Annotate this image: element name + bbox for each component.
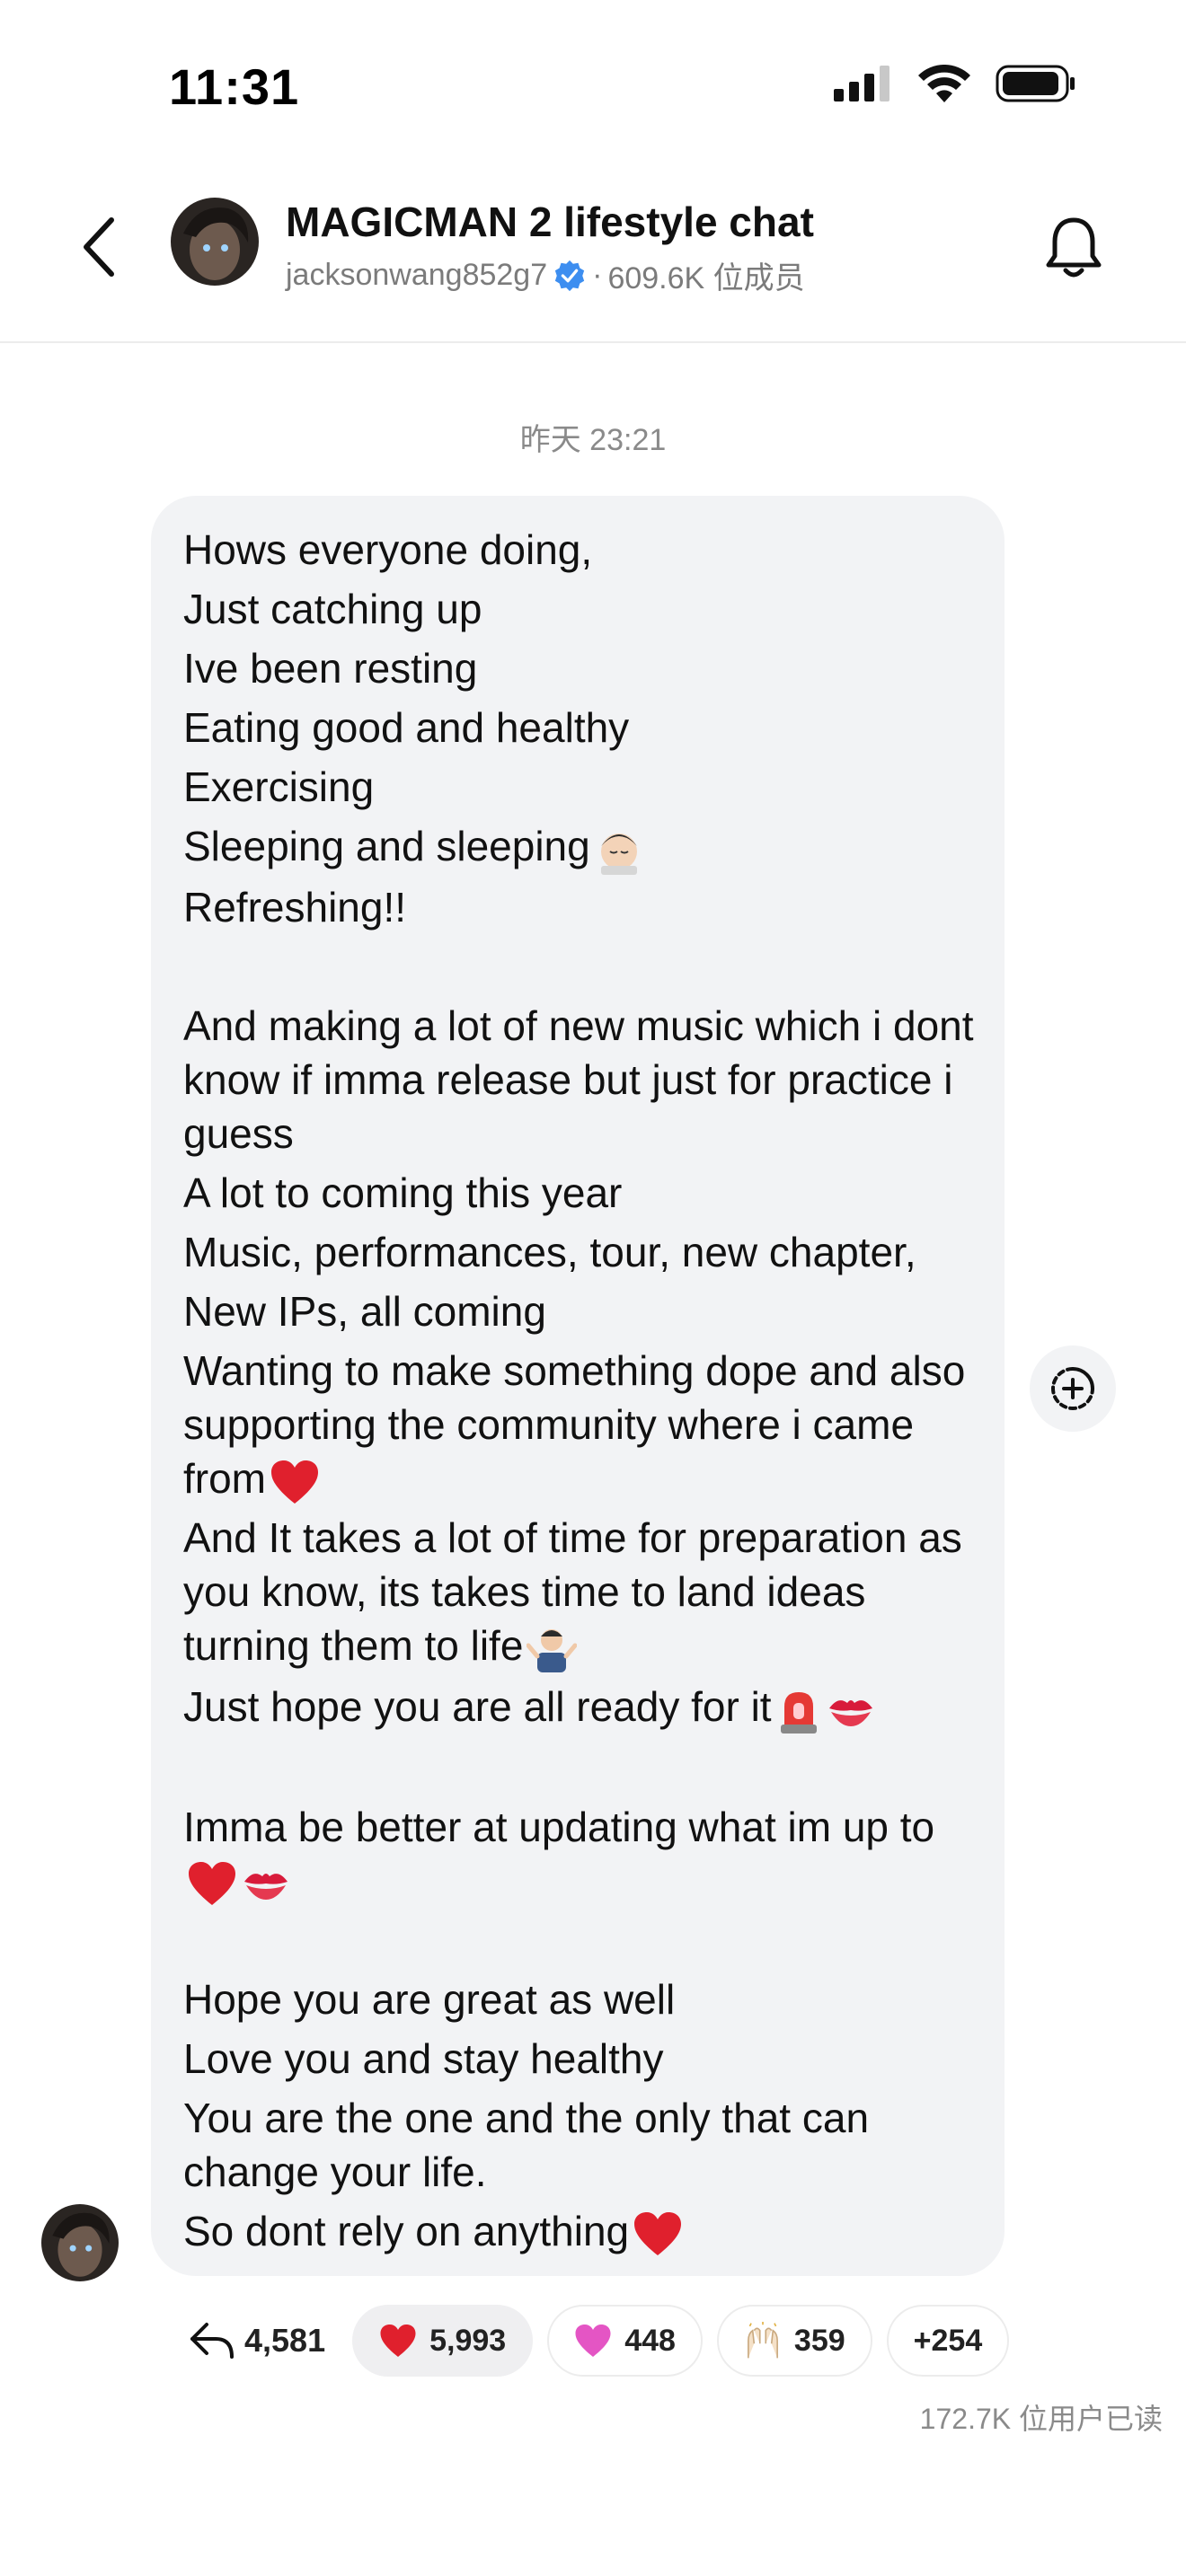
status-bar: 11:31 (0, 0, 1186, 171)
message-line (183, 1741, 974, 1795)
sender-avatar[interactable] (41, 2204, 119, 2281)
raised-hands-emoji-icon (744, 2322, 782, 2360)
sleeping-face-emoji-icon (600, 833, 637, 875)
message-line: Exercising (183, 763, 375, 810)
chat-subtitle: jacksonwang852g7 · 609.6K 位成员 (286, 253, 805, 297)
message-line (183, 940, 974, 993)
message-timestamp: 昨天 23:21 (519, 423, 667, 457)
message-line: Ive been resting (183, 645, 478, 692)
message-line: Just catching up (183, 586, 482, 632)
reaction-chip-pink-heart[interactable]: 448 (547, 2305, 703, 2377)
message-line: Music, performances, tour, new chapter, (183, 1228, 916, 1275)
message-line: Imma be better at updating what im up to (183, 1800, 974, 1908)
message-bubble[interactable]: Hows everyone doing, Just catching up Iv… (151, 496, 1005, 2276)
reaction-count: 448 (624, 2323, 676, 2358)
message-line: Love you and stay healthy (183, 2034, 664, 2082)
owner-username[interactable]: jacksonwang852g7 (286, 258, 547, 293)
add-reaction-button[interactable] (1030, 1345, 1116, 1432)
bell-icon (1046, 217, 1102, 278)
add-reaction-icon (1051, 1367, 1094, 1410)
message-line: Eating good and healthy (183, 704, 630, 751)
back-chevron-icon (84, 217, 114, 277)
group-avatar[interactable] (171, 198, 259, 286)
back-button[interactable] (63, 207, 135, 287)
message-line: You are the one and the only that can ch… (183, 2094, 870, 2195)
red-heart-emoji-icon (379, 2322, 417, 2360)
cellular-signal-icon (834, 66, 890, 101)
red-heart-emoji-icon (271, 1460, 318, 1504)
pink-heart-emoji-icon (574, 2322, 612, 2360)
status-time: 11:31 (169, 58, 300, 115)
rotating-light-emoji-icon (780, 1691, 817, 1734)
message-line: New IPs, all coming (183, 1287, 546, 1335)
more-reactions-chip[interactable]: +254 (886, 2305, 1010, 2377)
message-line: Sleeping and sleeping (183, 819, 974, 875)
wifi-icon (918, 65, 970, 102)
chat-header: MAGICMAN 2 lifestyle chat jacksonwang852… (0, 171, 1186, 343)
member-count: 609.6K 位成员 (607, 261, 805, 296)
notifications-button[interactable] (1033, 207, 1114, 287)
message-line: So dont rely on anything (183, 2204, 974, 2258)
avatar-image (171, 198, 259, 286)
chat-screen: 11:31 MAGICMAN 2 lifestyle chat jacksonw… (0, 0, 1186, 2576)
message-line: Just hope you are all ready for it (183, 1680, 974, 1735)
reaction-count: 5,993 (429, 2323, 507, 2358)
message-line: A lot to coming this year (183, 1169, 623, 1216)
reactions-row: 4,581 5,993 448 359 +254 (176, 2305, 1010, 2377)
status-icons (834, 65, 1076, 102)
avatar-image (41, 2204, 119, 2281)
red-heart-emoji-icon (634, 2212, 682, 2256)
reaction-count: 359 (793, 2323, 845, 2358)
kiss-mark-emoji-icon (244, 1874, 288, 1901)
shrug-emoji-icon (527, 1628, 578, 1672)
reply-arrow-icon (190, 2323, 234, 2359)
reply-count: 4,581 (244, 2322, 326, 2359)
message-line: And It takes a lot of time for preparati… (183, 1511, 974, 1674)
subtitle-separator: · (592, 258, 603, 292)
message-line (183, 1913, 974, 1967)
red-heart-emoji-icon (189, 1862, 235, 1906)
message-line: Wanting to make something dope and also … (183, 1344, 974, 1505)
reaction-chip-raised-hands[interactable]: 359 (716, 2305, 872, 2377)
message-line: Hows everyone doing, (183, 526, 593, 573)
more-reactions-count: +254 (913, 2323, 983, 2358)
reaction-chip-red-heart[interactable]: 5,993 (352, 2305, 534, 2377)
message-line: Refreshing!! (183, 883, 407, 931)
verified-badge-icon (554, 260, 585, 291)
reply-button[interactable]: 4,581 (176, 2305, 338, 2377)
kiss-mark-emoji-icon (828, 1699, 872, 1726)
message-line: Hope you are great as well (183, 1975, 676, 2023)
read-count: 172.7K 位用户已读 (919, 2403, 1163, 2435)
chat-title[interactable]: MAGICMAN 2 lifestyle chat (286, 198, 814, 246)
battery-icon (996, 65, 1075, 102)
message-line: And making a lot of new music which i do… (183, 1001, 974, 1157)
